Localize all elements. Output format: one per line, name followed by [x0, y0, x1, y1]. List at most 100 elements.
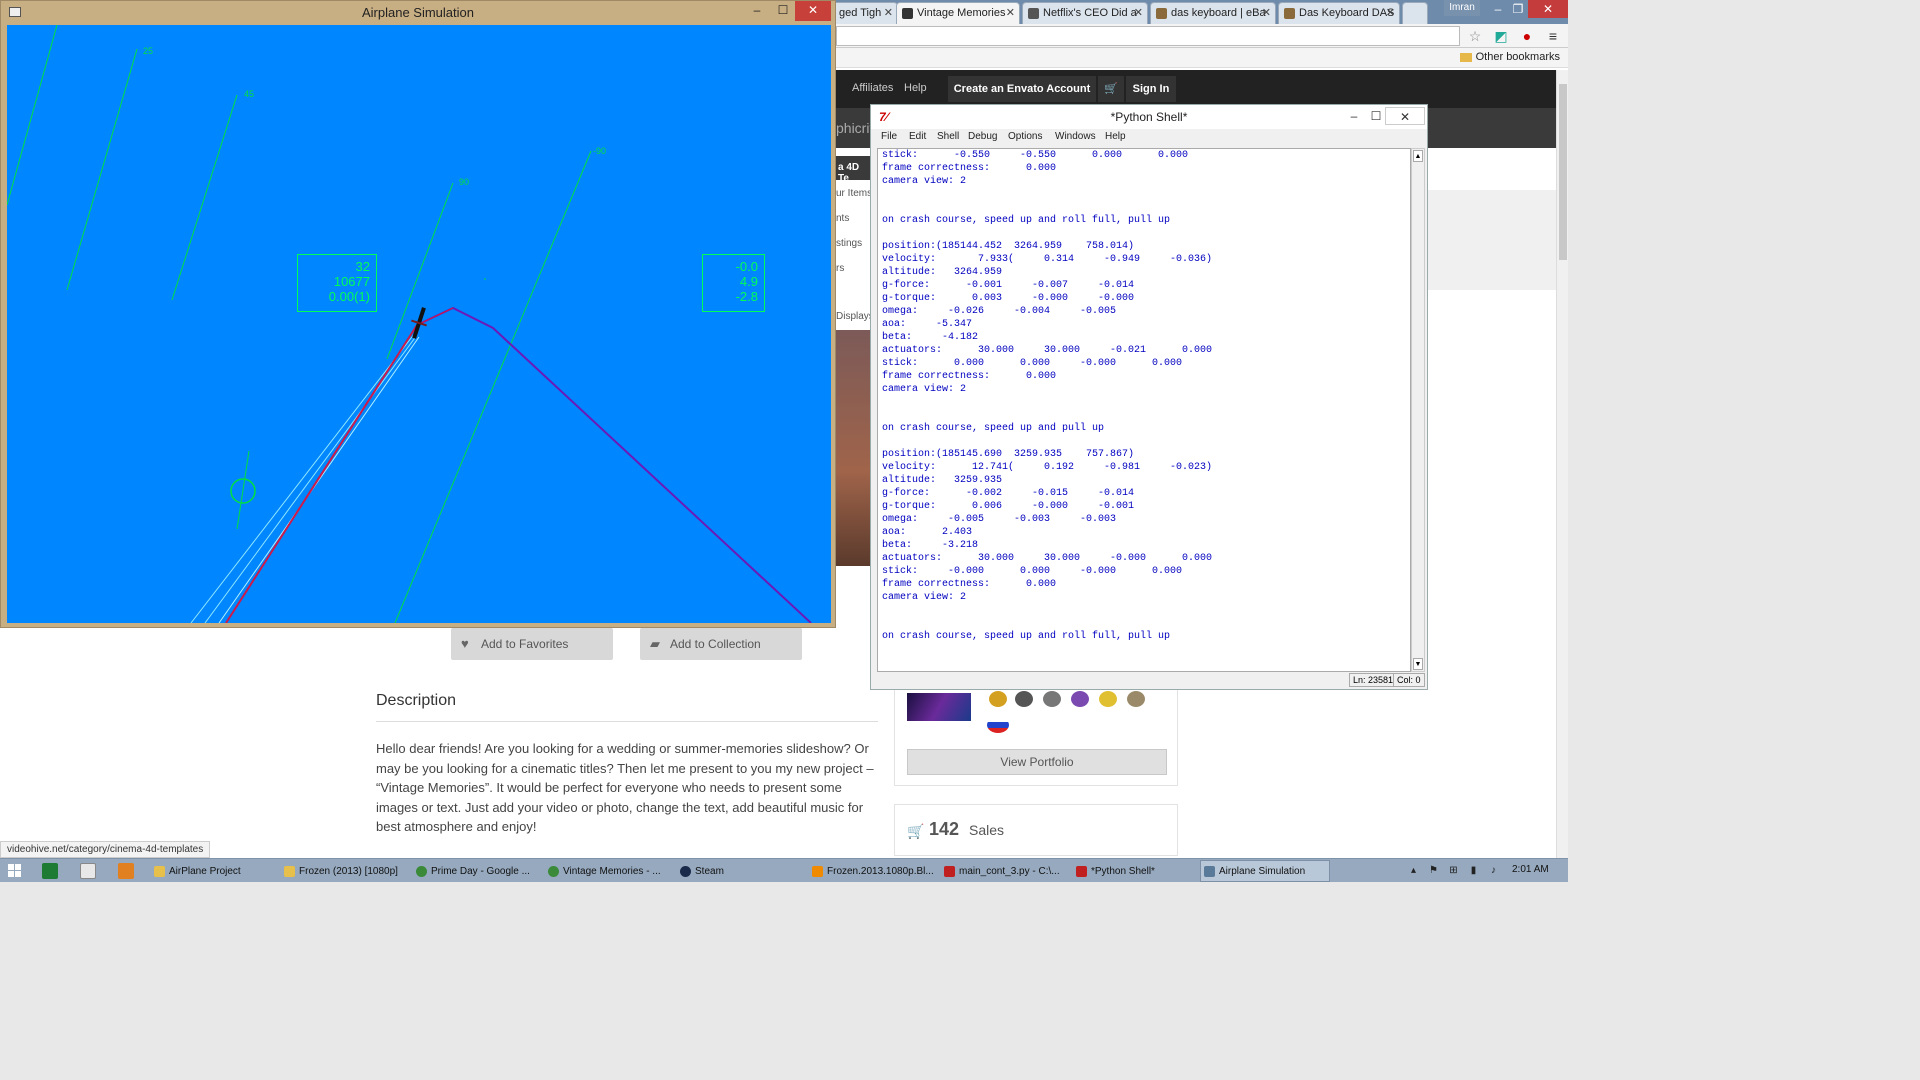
maximize-icon[interactable]: ☐: [771, 1, 795, 21]
tab-label: das keyboard | eBa: [1171, 7, 1266, 19]
close-tab-icon[interactable]: ✕: [1134, 6, 1143, 19]
nav-help[interactable]: Help: [904, 82, 927, 94]
badge-icon: [989, 691, 1007, 707]
close-tab-icon[interactable]: ✕: [884, 6, 893, 19]
taskbar-item-3[interactable]: Vintage Memories - ...: [544, 860, 672, 882]
envato-icon: [902, 8, 913, 19]
taskbar-item-8[interactable]: Airplane Simulation: [1200, 860, 1330, 882]
create-account-button[interactable]: Create an Envato Account: [948, 76, 1096, 102]
side-link[interactable]: stings: [836, 238, 862, 249]
maximize-icon[interactable]: ☐: [1365, 107, 1387, 125]
side-link[interactable]: rs: [836, 263, 844, 274]
shell-scrollbar[interactable]: ▲ ▼: [1411, 148, 1425, 672]
taskbar-item-1[interactable]: Frozen (2013) [1080p]: [280, 860, 408, 882]
clock[interactable]: 2:01 AM: [1512, 864, 1549, 875]
scroll-up-icon[interactable]: ▲: [1413, 150, 1423, 162]
media-player-icon[interactable]: [118, 863, 134, 879]
taskbar-item-5[interactable]: Frozen.2013.1080p.Bl...: [808, 860, 936, 882]
pitch-label: 90: [459, 177, 469, 187]
menu-options[interactable]: Options: [1008, 131, 1042, 142]
shell-line: omega: -0.026 -0.004 -0.005: [882, 306, 1117, 317]
browser-tab-4[interactable]: Das Keyboard DAS ✕: [1278, 2, 1400, 24]
trail-line: [190, 332, 416, 623]
sign-in-button[interactable]: Sign In: [1126, 76, 1176, 102]
taskbar-item-2[interactable]: Prime Day - Google ...: [412, 860, 540, 882]
side-link[interactable]: ur Items: [836, 188, 872, 199]
simulation-viewport[interactable]: 25 45 90 -90 32 10677 0.00(1) -0.0 4.9 -…: [7, 25, 831, 623]
cart-icon[interactable]: 🛒: [1098, 76, 1124, 102]
window-icon: [1204, 866, 1215, 877]
add-to-favorites-button[interactable]: ♥ Add to Favorites: [451, 628, 613, 660]
pitch-label: -90: [593, 146, 606, 156]
badge-icon: [1127, 691, 1145, 707]
taskbar-label: Frozen (2013) [1080p]: [299, 866, 398, 877]
network-icon[interactable]: ▮: [1468, 865, 1479, 876]
new-tab-button[interactable]: [1402, 2, 1428, 24]
browser-tab-3[interactable]: das keyboard | eBa ✕: [1150, 2, 1276, 24]
close-tab-icon[interactable]: ✕: [1386, 6, 1395, 19]
excel-icon[interactable]: [42, 863, 58, 879]
description-text: Hello dear friends! Are you looking for …: [376, 741, 874, 834]
menu-help[interactable]: Help: [1105, 131, 1126, 142]
scroll-down-icon[interactable]: ▼: [1413, 658, 1423, 670]
minimize-icon[interactable]: –: [1343, 107, 1365, 125]
page-scrollbar[interactable]: [1556, 70, 1568, 860]
other-bookmarks[interactable]: Other bookmarks: [1459, 51, 1560, 63]
volume-icon[interactable]: ♪: [1488, 865, 1499, 876]
shell-output[interactable]: stick: -0.550 -0.550 0.000 0.000 frame co…: [877, 148, 1411, 672]
shell-line: velocity: 7.933( 0.314 -0.949 -0.036): [882, 254, 1213, 265]
tab-label: Das Keyboard DAS: [1299, 7, 1395, 19]
browser-tab-1[interactable]: Vintage Memories ✕: [896, 2, 1020, 24]
browser-toolbar: ☆ ◩ ● ≡: [836, 24, 1568, 48]
menu-debug[interactable]: Debug: [968, 131, 997, 142]
close-tab-icon[interactable]: ✕: [1262, 6, 1271, 19]
sales-label: Sales: [969, 822, 1005, 838]
steam-icon: [680, 866, 691, 877]
side-link[interactable]: nts: [836, 213, 849, 224]
pitch-label: 45: [244, 89, 254, 99]
flag-icon[interactable]: ⚑: [1428, 865, 1439, 876]
windows-icon[interactable]: ⊞: [1448, 865, 1459, 876]
add-favorites-label: Add to Favorites: [481, 637, 569, 651]
calculator-icon[interactable]: [80, 863, 96, 879]
scrollbar-thumb[interactable]: [1559, 84, 1567, 260]
taskbar-item-4[interactable]: Steam: [676, 860, 804, 882]
taskbar-label: Steam: [695, 866, 724, 877]
address-bar[interactable]: [836, 26, 1460, 46]
vlc-icon: [812, 866, 823, 877]
hud-value: -2.8: [735, 289, 758, 304]
menu-bar: File Edit Shell Debug Options Windows He…: [871, 129, 1427, 147]
close-icon[interactable]: ✕: [795, 1, 831, 21]
extension-icon[interactable]: ●: [1518, 27, 1536, 45]
view-portfolio-button[interactable]: View Portfolio: [907, 749, 1167, 775]
velocity-vector-line: [236, 450, 250, 530]
profile-button[interactable]: Imran: [1444, 0, 1480, 16]
menu-icon[interactable]: ≡: [1544, 27, 1562, 45]
side-link[interactable]: Displays: [836, 311, 874, 322]
windows-start-icon[interactable]: [8, 864, 22, 877]
browser-tab-2[interactable]: Netflix's CEO Did a ✕: [1022, 2, 1148, 24]
minimize-icon[interactable]: –: [745, 1, 769, 21]
menu-shell[interactable]: Shell: [937, 131, 959, 142]
flight-path-line: [225, 324, 418, 623]
menu-file[interactable]: File: [881, 131, 897, 142]
hud-value: 4.9: [739, 274, 758, 289]
python-shell-window: 7⁄ *Python Shell* – ☐ ✕ File Edit Shell …: [870, 104, 1428, 690]
tray-expand-icon[interactable]: ▴: [1408, 865, 1419, 876]
menu-windows[interactable]: Windows: [1055, 131, 1096, 142]
idle-icon: [1076, 866, 1087, 877]
tab-label: ged Tigh: [839, 7, 882, 19]
menu-edit[interactable]: Edit: [909, 131, 926, 142]
flight-path-line: [416, 306, 812, 623]
extension-icon[interactable]: ◩: [1492, 27, 1510, 45]
close-icon[interactable]: ✕: [1528, 0, 1568, 18]
add-to-collection-button[interactable]: ▰ Add to Collection: [640, 628, 802, 660]
taskbar-item-6[interactable]: main_cont_3.py - C:\...: [940, 860, 1068, 882]
close-tab-icon[interactable]: ✕: [1006, 6, 1015, 19]
star-bookmark-icon[interactable]: ☆: [1466, 27, 1484, 45]
taskbar-item-0[interactable]: AirPlane Project: [150, 860, 274, 882]
nav-affiliates[interactable]: Affiliates: [852, 82, 893, 94]
close-icon[interactable]: ✕: [1385, 107, 1425, 125]
taskbar-item-7[interactable]: *Python Shell*: [1072, 860, 1196, 882]
